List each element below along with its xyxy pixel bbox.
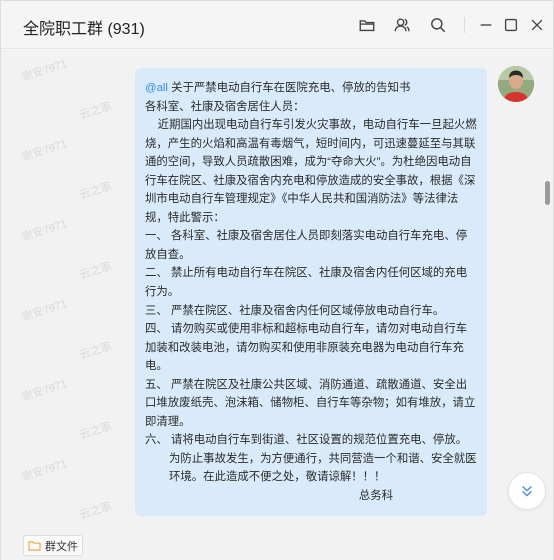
message-line: 四、 请勿购买或使用非标和超标电动自行车，请勿对电动自行车加装和改装电池，请勿购… <box>145 323 468 373</box>
watermark-text: 云之家 <box>78 500 114 522</box>
message-line: 一、 各科室、社康及宿舍居住人员即刻落实电动自行车充电、停放自查。 <box>145 230 468 261</box>
chat-window: 全院职工群 (931) 谢安7971 谢安7971 谢安7971 谢安7971 … <box>0 0 554 560</box>
message-line: 各科室、社康及宿舍居住人员： <box>145 100 305 113</box>
scrollbar-thumb[interactable] <box>545 181 550 205</box>
toolbar-divider <box>464 17 465 33</box>
search-icon[interactable] <box>428 15 448 35</box>
maximize-icon[interactable] <box>501 15 521 35</box>
message-line: 近期国内出现电动自行车引发火灾事故，电动自行车一旦起火燃烧，产生的火焰和高温有毒… <box>145 119 477 224</box>
members-icon[interactable] <box>392 15 412 35</box>
message-line: 六、 请将电动自行车到街道、社区设置的规范位置充电、停放。 <box>145 434 468 447</box>
mention-all[interactable]: @all <box>145 82 168 94</box>
message-bubble[interactable]: @all 关于严禁电动自行车在医院充电、停放的告知书 各科室、社康及宿舍居住人员… <box>135 68 487 516</box>
message-signature: 总务科 <box>358 490 393 503</box>
group-files-label: 群文件 <box>45 540 78 553</box>
message-area[interactable]: 谢安7971 谢安7971 谢安7971 谢安7971 谢安7971 谢安797… <box>1 50 553 530</box>
bottom-bar: 群文件 <box>1 530 553 560</box>
sender-avatar[interactable] <box>498 66 534 102</box>
message-line: 五、 严禁在院区及社康公共区域、消防通道、疏散通道、安全出口堆放废纸壳、泡沫箱、… <box>145 378 476 428</box>
message-closing: 为防止事故发生，为方便通行，共同营造一个和谐、安全就医环境。在此造成不便之处，敬… <box>169 452 477 484</box>
group-files-button[interactable]: 群文件 <box>23 535 83 556</box>
close-icon[interactable] <box>527 15 547 35</box>
double-chevron-down-icon <box>522 485 532 497</box>
watermark-text: 云之家 <box>78 260 114 282</box>
watermark-text: 谢安7971 <box>20 298 69 324</box>
minimize-icon[interactable] <box>476 15 496 35</box>
watermark-text: 谢安7971 <box>20 138 69 164</box>
group-title: 全院职工群 (931) <box>23 21 145 38</box>
message-line: 二、 禁止所有电动自行车在院区、社康及宿舍内任何区域的充电行为。 <box>145 267 468 299</box>
watermark-text: 云之家 <box>78 420 114 442</box>
message-heading: @all 关于严禁电动自行车在医院充电、停放的告知书 <box>145 79 477 98</box>
watermark-text: 谢安7971 <box>20 458 69 484</box>
watermark-text: 谢安7971 <box>20 218 69 244</box>
message-title: 关于严禁电动自行车在医院充电、停放的告知书 <box>167 82 411 94</box>
folder-icon <box>28 541 41 551</box>
jump-to-latest-button[interactable] <box>508 472 546 510</box>
watermark-text: 谢安7971 <box>20 378 69 404</box>
watermark-text: 云之家 <box>78 340 114 362</box>
message-line: 三、 严禁在院区、社康及宿舍内任何区域停放电动自行车。 <box>145 304 445 317</box>
watermark-text: 云之家 <box>78 100 114 122</box>
watermark-text: 云之家 <box>78 180 114 202</box>
title-bar: 全院职工群 (931) <box>1 1 553 49</box>
watermark-text: 谢安7971 <box>20 58 69 84</box>
folder-icon[interactable] <box>357 15 377 35</box>
